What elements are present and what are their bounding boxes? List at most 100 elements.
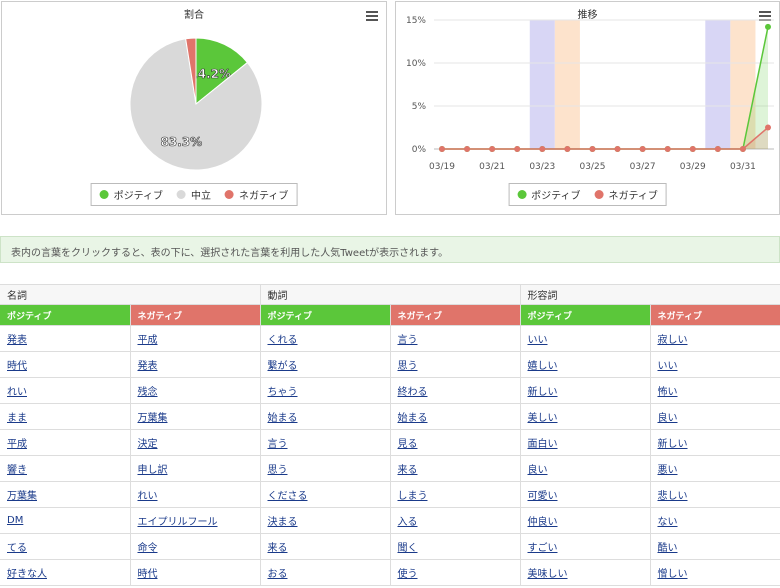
word-link[interactable]: 入る [398, 517, 418, 528]
word-link[interactable]: 平成 [138, 335, 158, 346]
y-tick-label: 5% [412, 102, 427, 112]
word-link[interactable]: 新しい [658, 439, 688, 450]
word-link[interactable]: 申し訳 [138, 465, 168, 476]
word-link[interactable]: 嬉しい [528, 361, 558, 372]
legend-dot-icon [517, 190, 527, 199]
word-link[interactable]: 万葉集 [138, 413, 168, 424]
word-link[interactable]: 美しい [528, 413, 558, 424]
word-link[interactable]: 時代 [7, 361, 27, 372]
x-tick-label: 03/21 [479, 162, 505, 172]
word-link[interactable]: 好きな人 [7, 569, 47, 580]
series-point[interactable] [689, 146, 696, 152]
table-cell: 終わる [390, 377, 521, 404]
legend-item[interactable]: ネガティブ [225, 187, 288, 202]
table-cell: 良い [650, 403, 780, 430]
word-link[interactable]: 寂しい [658, 335, 688, 346]
word-link[interactable]: いい [528, 335, 548, 346]
word-link[interactable]: れい [7, 387, 27, 398]
word-link[interactable]: 良い [528, 465, 548, 476]
series-point[interactable] [614, 146, 621, 152]
word-link[interactable]: 言う [268, 439, 288, 450]
word-link[interactable]: 発表 [138, 361, 158, 372]
word-link[interactable]: 決定 [138, 439, 158, 450]
word-link[interactable]: 悲しい [658, 491, 688, 502]
word-link[interactable]: 始まる [398, 413, 428, 424]
word-link[interactable]: 発表 [7, 335, 27, 346]
word-link[interactable]: 平成 [7, 439, 27, 450]
word-link[interactable]: 思う [398, 361, 418, 372]
word-link[interactable]: エイプリルフール [138, 517, 218, 528]
series-point[interactable] [489, 146, 496, 152]
series-point[interactable] [739, 146, 746, 152]
series-point[interactable] [639, 146, 646, 152]
word-link[interactable]: まま [7, 413, 27, 424]
word-link[interactable]: 新しい [528, 387, 558, 398]
word-link[interactable]: 繋がる [268, 361, 298, 372]
series-point[interactable] [464, 146, 471, 152]
series-point[interactable] [589, 146, 596, 152]
word-link[interactable]: 来る [268, 543, 288, 554]
table-cell: エイプリルフール [130, 507, 261, 534]
pie-data-label: 83.3% [160, 135, 202, 149]
word-link[interactable]: 響き [7, 465, 27, 476]
word-link[interactable]: すごい [528, 543, 558, 554]
word-link[interactable]: 万葉集 [7, 491, 37, 502]
legend-item[interactable]: 中立 [177, 187, 211, 202]
series-point[interactable] [664, 146, 671, 152]
chart-menu-icon[interactable] [366, 11, 378, 21]
word-link[interactable]: 時代 [138, 569, 158, 580]
legend-item[interactable]: ネガティブ [594, 187, 658, 202]
word-link[interactable]: 美味しい [528, 569, 568, 580]
series-point[interactable] [514, 146, 521, 152]
word-link[interactable]: DM [7, 515, 23, 526]
series-point[interactable] [564, 146, 571, 152]
word-link[interactable]: 見る [398, 439, 418, 450]
word-link[interactable]: れい [138, 491, 158, 502]
word-link[interactable]: いい [658, 361, 678, 372]
word-link[interactable]: 始まる [268, 413, 298, 424]
table-cell: いい [520, 325, 651, 352]
series-point[interactable] [765, 23, 771, 30]
word-link[interactable]: 酷い [658, 543, 678, 554]
word-link[interactable]: ちゃう [268, 387, 298, 398]
table-cell: 言う [260, 429, 391, 456]
word-link[interactable]: 仲良い [528, 517, 558, 528]
word-link[interactable]: 残念 [138, 387, 158, 398]
word-link[interactable]: 終わる [398, 387, 428, 398]
word-link[interactable]: 来る [398, 465, 418, 476]
table-cell: 悲しい [650, 481, 780, 508]
word-link[interactable]: 決まる [268, 517, 298, 528]
word-link[interactable]: くれる [268, 335, 298, 346]
word-link[interactable]: 使う [398, 569, 418, 580]
word-link[interactable]: 悪い [658, 465, 678, 476]
word-link[interactable]: 言う [398, 335, 418, 346]
word-link[interactable]: 可愛い [528, 491, 558, 502]
word-link[interactable]: おる [268, 569, 288, 580]
word-link[interactable]: くださる [268, 491, 308, 502]
word-link[interactable]: 面白い [528, 439, 558, 450]
word-link[interactable]: 命令 [138, 543, 158, 554]
info-notice: 表内の言葉をクリックすると、表の下に、選択された言葉を利用した人気Tweetが表… [0, 236, 780, 263]
highlight-band [529, 20, 555, 149]
header-positive: ポジティブ [0, 304, 131, 326]
word-link[interactable]: 憎しい [658, 569, 688, 580]
word-link[interactable]: ない [658, 517, 678, 528]
table-cell: 万葉集 [130, 403, 261, 430]
series-point[interactable] [439, 146, 445, 152]
word-link[interactable]: てる [7, 543, 27, 554]
word-link[interactable]: 思う [268, 465, 288, 476]
legend-item[interactable]: ポジティブ [517, 187, 581, 202]
legend-label: ネガティブ [608, 191, 658, 202]
series-point[interactable] [765, 124, 771, 131]
legend-item[interactable]: ポジティブ [99, 187, 163, 202]
word-link[interactable]: 聞く [398, 543, 418, 554]
table-cell: 命令 [130, 533, 261, 560]
word-link[interactable]: しまう [398, 491, 428, 502]
table-row: てる 命令 来る 聞く すごい 酷い [0, 533, 780, 560]
series-point[interactable] [714, 146, 721, 152]
word-link[interactable]: 怖い [658, 387, 678, 398]
table-cell: 美しい [520, 403, 651, 430]
series-point[interactable] [539, 146, 546, 152]
table-cell: てる [0, 533, 131, 560]
word-link[interactable]: 良い [658, 413, 678, 424]
